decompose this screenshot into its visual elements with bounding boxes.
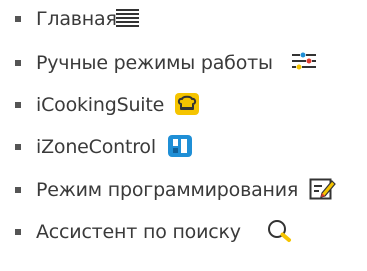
menu-item-label: Главная — [36, 8, 117, 30]
sliders-icon — [291, 50, 317, 72]
bullet — [15, 229, 21, 235]
bullet — [15, 144, 21, 150]
menu-item-label: Ручные режимы работы — [36, 52, 273, 74]
bullet — [15, 60, 21, 66]
menu-item-label: Ассистент по поиску — [36, 221, 241, 243]
edit-pen-icon — [309, 177, 337, 201]
zone-control-icon — [167, 134, 193, 158]
bullet — [15, 16, 21, 22]
menu-lines-icon — [115, 6, 141, 28]
bullet — [15, 102, 21, 108]
menu-item-label: iZoneControl — [36, 136, 156, 158]
search-icon — [267, 219, 293, 243]
chef-hat-icon — [174, 92, 200, 116]
menu-item-label: Режим программирования — [36, 179, 299, 201]
bullet — [15, 187, 21, 193]
menu-item-label: iCookingSuite — [36, 94, 165, 116]
